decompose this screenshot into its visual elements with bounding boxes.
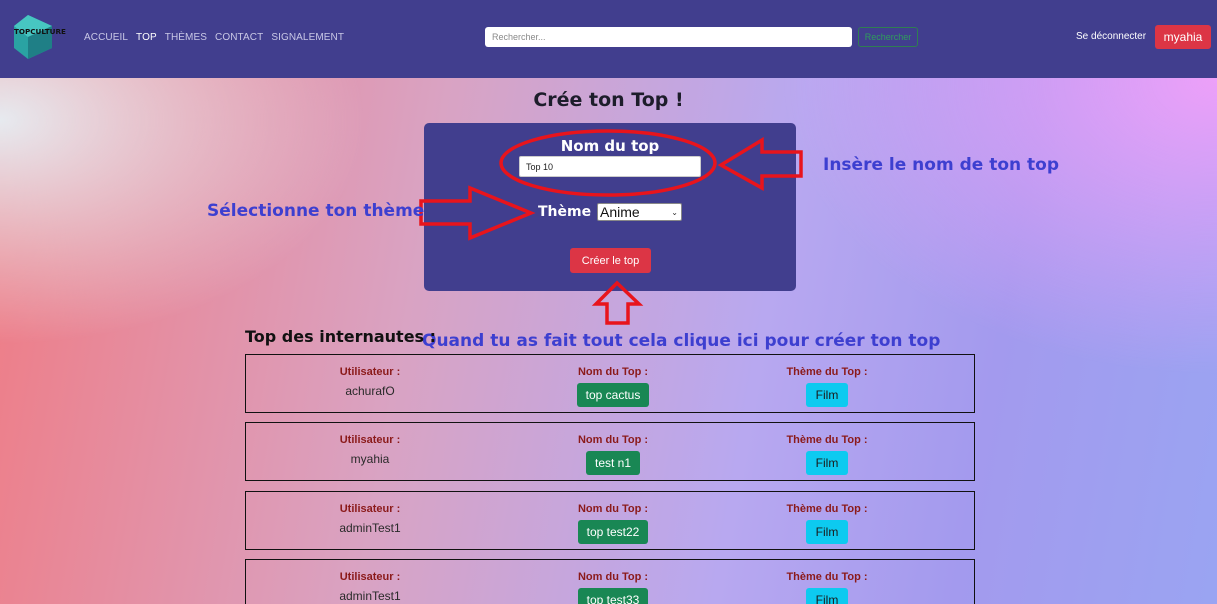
theme-badge[interactable]: Film xyxy=(805,383,849,407)
navbar: TOPCULTURE ACCUEIL TOP THÈMES CONTACT SI… xyxy=(0,0,1217,78)
ranking-row: Utilisateur : adminTest1 Nom du Top : to… xyxy=(245,559,975,604)
top-name-badge[interactable]: test n1 xyxy=(585,451,641,475)
ranking-row: Utilisateur : achurafO Nom du Top : top … xyxy=(245,354,975,413)
user-value: adminTest1 xyxy=(339,521,401,535)
topculture-logo[interactable]: TOPCULTURE xyxy=(12,14,72,60)
logout-link[interactable]: Se déconnecter xyxy=(1076,31,1146,42)
theme-badge[interactable]: Film xyxy=(805,588,849,604)
user-cell: Utilisateur : achurafO xyxy=(310,355,430,412)
user-header: Utilisateur : xyxy=(339,434,401,446)
user-cell: Utilisateur : adminTest1 xyxy=(310,560,430,604)
create-top-button[interactable]: Créer le top xyxy=(570,248,651,273)
theme-label: Thème xyxy=(538,204,592,220)
theme-cell: Thème du Top : Film xyxy=(767,492,887,549)
top-name-label: Nom du top xyxy=(560,137,660,155)
top-name-cell: Nom du Top : top test22 xyxy=(553,492,673,549)
user-value: adminTest1 xyxy=(339,589,401,603)
user-header: Utilisateur : xyxy=(339,366,401,378)
user-header: Utilisateur : xyxy=(339,503,401,515)
user-header: Utilisateur : xyxy=(339,571,401,583)
nav-link-accueil[interactable]: ACCUEIL xyxy=(84,32,128,43)
page-title: Crée ton Top ! xyxy=(533,89,684,111)
theme-cell: Thème du Top : Film xyxy=(767,560,887,604)
top-name-badge[interactable]: top cactus xyxy=(576,383,650,407)
nav-link-top[interactable]: TOP xyxy=(136,32,157,43)
user-cell: Utilisateur : adminTest1 xyxy=(310,492,430,549)
top-name-cell: Nom du Top : top cactus xyxy=(553,355,673,412)
user-value: myahia xyxy=(350,452,390,466)
search-button[interactable]: Rechercher xyxy=(858,27,918,47)
ranking-row: Utilisateur : adminTest1 Nom du Top : to… xyxy=(245,491,975,550)
nav-links: ACCUEIL TOP THÈMES CONTACT SIGNALEMENT xyxy=(84,32,352,43)
top-name-header: Nom du Top : xyxy=(577,366,649,378)
nav-link-themes[interactable]: THÈMES xyxy=(165,32,207,43)
theme-hint-annotation: Sélectionne ton thème xyxy=(207,201,425,221)
theme-header: Thème du Top : xyxy=(786,366,868,378)
rankings-title: Top des internautes : xyxy=(245,327,437,346)
user-value: achurafO xyxy=(345,384,395,398)
top-name-cell: Nom du Top : top test33 xyxy=(553,560,673,604)
top-name-header: Nom du Top : xyxy=(577,571,649,583)
theme-badge[interactable]: Film xyxy=(805,451,849,475)
nav-link-signalement[interactable]: SIGNALEMENT xyxy=(271,32,344,43)
submit-hint-annotation: Quand tu as fait tout cela clique ici po… xyxy=(422,331,941,351)
top-name-cell: Nom du Top : test n1 xyxy=(553,423,673,480)
nav-link-contact[interactable]: CONTACT xyxy=(215,32,263,43)
theme-cell: Thème du Top : Film xyxy=(767,423,887,480)
theme-cell: Thème du Top : Film xyxy=(767,355,887,412)
logo-text: TOPCULTURE xyxy=(14,27,66,36)
theme-badge[interactable]: Film xyxy=(805,520,849,544)
create-top-form: Nom du top Thème Anime ⌄ Créer le top xyxy=(424,123,796,291)
theme-select[interactable]: Anime ⌄ xyxy=(597,203,682,221)
user-button[interactable]: myahia xyxy=(1155,25,1211,49)
top-name-header: Nom du Top : xyxy=(577,434,649,446)
theme-header: Thème du Top : xyxy=(786,503,868,515)
user-cell: Utilisateur : myahia xyxy=(310,423,430,480)
search-input[interactable] xyxy=(485,27,852,47)
top-name-input[interactable] xyxy=(519,156,701,177)
top-name-badge[interactable]: top test22 xyxy=(577,520,649,544)
theme-select-value: Anime xyxy=(600,204,640,220)
ranking-row: Utilisateur : myahia Nom du Top : test n… xyxy=(245,422,975,481)
chevron-down-icon: ⌄ xyxy=(671,208,678,217)
theme-header: Thème du Top : xyxy=(786,434,868,446)
name-hint-annotation: Insère le nom de ton top xyxy=(823,155,1060,175)
top-name-badge[interactable]: top test33 xyxy=(577,588,649,604)
theme-header: Thème du Top : xyxy=(786,571,868,583)
top-name-header: Nom du Top : xyxy=(577,503,649,515)
